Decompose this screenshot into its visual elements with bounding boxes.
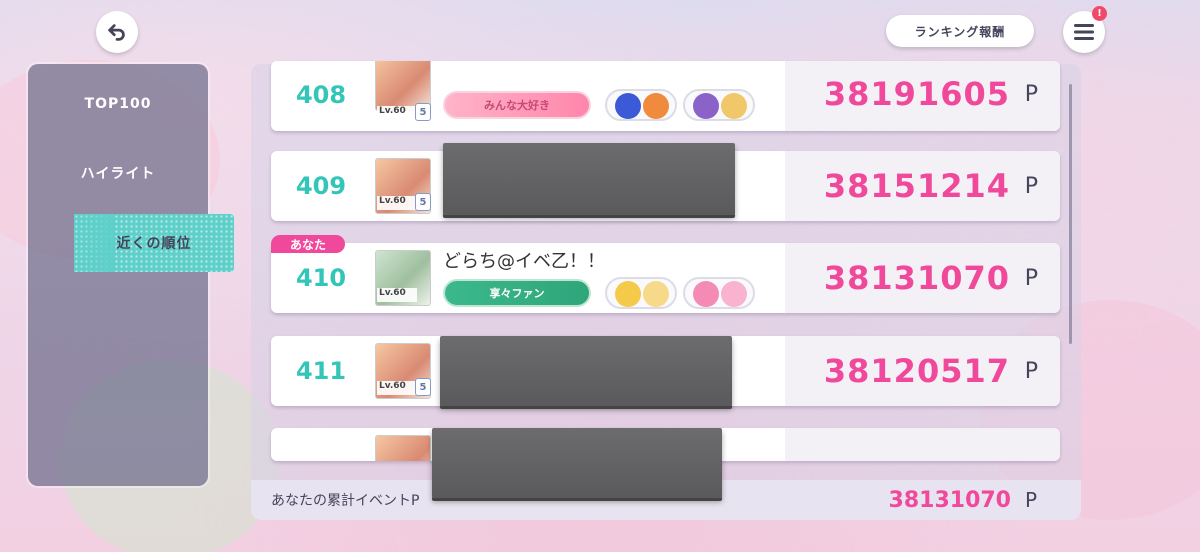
event-points: 38120517 [823, 352, 1010, 390]
rank-star-badge: 5 [415, 378, 431, 396]
event-points: 38151214 [823, 167, 1010, 205]
player-level: Lv.60 [377, 288, 417, 302]
ranking-reward-button[interactable]: ランキング報酬 [886, 15, 1034, 47]
character-honor [683, 89, 755, 121]
sidebar-item-label: TOP100 [84, 96, 152, 112]
character-honor [605, 89, 677, 121]
points-unit: P [1024, 488, 1037, 512]
points-unit: P [1024, 173, 1038, 199]
player-level: Lv.60 [377, 106, 417, 120]
scrollbar[interactable] [1069, 84, 1072, 344]
player-level: Lv.60 [377, 381, 417, 395]
points-unit: P [1025, 440, 1038, 461]
event-points: 38113993 [824, 440, 1010, 461]
rank-star-badge: 5 [415, 103, 431, 121]
ranking-row[interactable]: 408 Lv.60 5 みんな大好き 38191605 P [271, 61, 1060, 131]
sidebar-item-nearby-rank[interactable]: 近くの順位 [74, 214, 234, 272]
back-arrow-icon [108, 24, 125, 41]
honor-title: 享々ファン [443, 279, 591, 307]
points-unit: P [1024, 265, 1038, 291]
player-name: どらち@イベ乙！！ [443, 251, 605, 272]
sidebar-item-highlight[interactable]: ハイライト [28, 143, 208, 203]
honor-title: みんな大好き [443, 91, 591, 119]
you-badge: あなた [271, 235, 345, 253]
points-unit: P [1024, 81, 1038, 107]
rank-number: 408 [295, 81, 347, 109]
my-total-points-value: 38131070 [888, 487, 1011, 513]
sidebar-item-label: 近くの順位 [116, 236, 192, 252]
character-honor [605, 277, 677, 309]
my-total-points-label: あなたの累計イベントP [271, 493, 420, 509]
ranking-row-self[interactable]: 410 Lv.60 どらち@イベ乙！！ 享々ファン 38131070 P [271, 243, 1060, 313]
back-button[interactable] [96, 11, 138, 53]
player-avatar [375, 435, 431, 461]
ranking-sidebar: TOP100 ハイライト 近くの順位 [28, 64, 234, 486]
hamburger-menu-icon [1074, 24, 1094, 40]
points-unit: P [1024, 358, 1038, 384]
rank-number: 411 [295, 357, 347, 385]
player-level: Lv.60 [377, 196, 417, 210]
event-points: 38131070 [823, 259, 1010, 297]
rank-number: 412 [285, 440, 357, 461]
redaction-block [443, 143, 735, 215]
sidebar-item-top100[interactable]: TOP100 [28, 74, 208, 134]
character-honor [683, 277, 755, 309]
notification-badge: ! [1092, 6, 1107, 21]
redaction-block [432, 428, 722, 498]
rank-star-badge: 5 [415, 193, 431, 211]
sidebar-item-label: ハイライト [80, 166, 156, 182]
rank-number: 410 [295, 264, 347, 292]
rank-number: 409 [295, 172, 347, 200]
redaction-block [440, 336, 732, 406]
event-points: 38191605 [823, 75, 1010, 113]
